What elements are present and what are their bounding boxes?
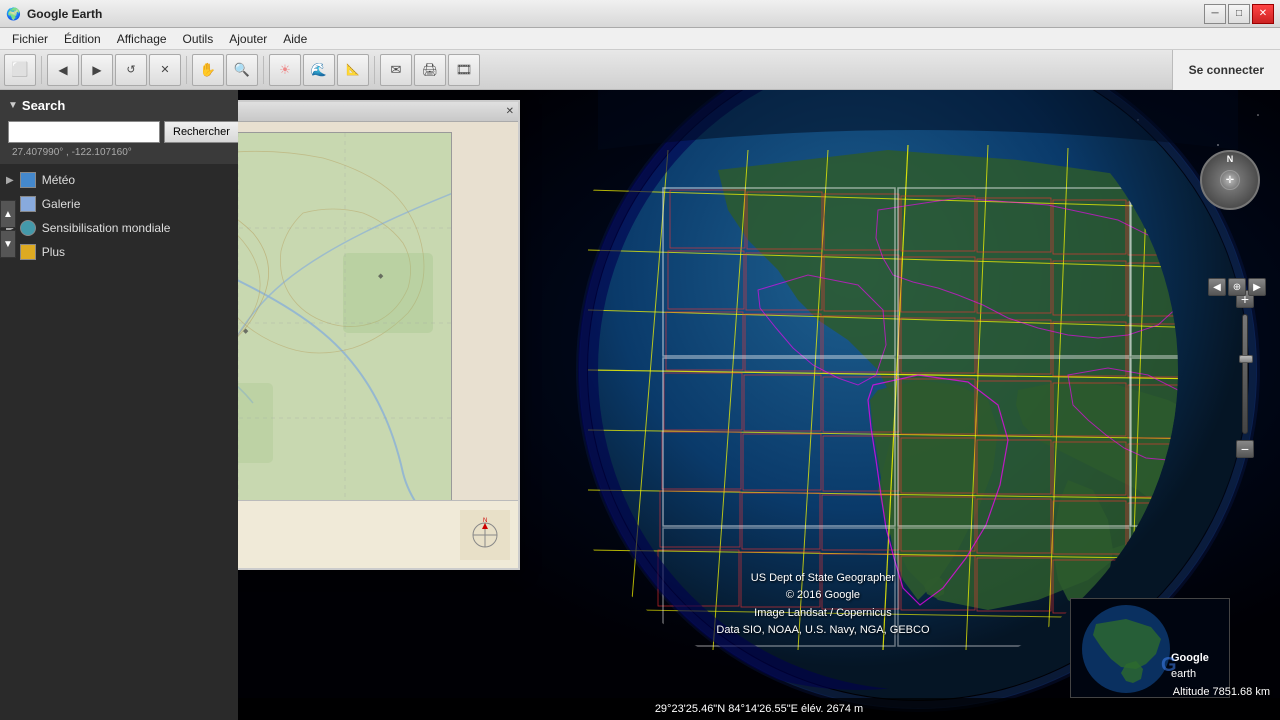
layer-icon-0 bbox=[20, 172, 36, 188]
layer-item-0[interactable]: ▶ Météo bbox=[4, 168, 234, 192]
search-section: ▼ Search Rechercher 27.407990° , -122.10… bbox=[0, 90, 238, 164]
left-nav-up[interactable]: ▲ bbox=[0, 200, 16, 228]
app-icon: 🌍 bbox=[6, 7, 21, 21]
email-button[interactable]: ✉ bbox=[380, 54, 412, 86]
legend-details: 0 10 20 30 km bbox=[238, 524, 452, 545]
forward-button[interactable]: ▶ bbox=[81, 54, 113, 86]
pan-button[interactable]: ✋ bbox=[192, 54, 224, 86]
menu-fichier[interactable]: Fichier bbox=[4, 30, 56, 48]
topo-map-close-btn[interactable]: ✕ bbox=[506, 106, 514, 117]
attribution-line3: Image Landsat / Copernicus bbox=[716, 605, 929, 623]
attribution-line2: © 2016 Google bbox=[716, 587, 929, 605]
coords-display: 27.407990° , -122.107160° bbox=[4, 145, 234, 160]
layers-panel: ▶ Météo ▶ Galerie ▶ Sensibilisation mond… bbox=[0, 164, 238, 720]
svg-text:Google: Google bbox=[1171, 652, 1209, 664]
svg-text:◆: ◆ bbox=[378, 273, 384, 280]
search-title: Search bbox=[22, 98, 65, 113]
record-button[interactable]: 🎞 bbox=[448, 54, 480, 86]
compass-ring[interactable]: N ✛ bbox=[1200, 150, 1260, 210]
pan-center-button[interactable]: ⊕ bbox=[1228, 278, 1246, 296]
pan-right-button[interactable]: ▶ bbox=[1248, 278, 1266, 296]
svg-text:G: G bbox=[1161, 654, 1177, 676]
layer-item-2[interactable]: ▶ Sensibilisation mondiale bbox=[4, 216, 234, 240]
menu-outils[interactable]: Outils bbox=[175, 30, 222, 48]
topo-map-overlay[interactable]: Aperçu de fichier local ✕ bbox=[238, 100, 520, 570]
main-area: ▼ Search Rechercher 27.407990° , -122.10… bbox=[0, 90, 1280, 720]
connect-button[interactable]: Se connecter bbox=[1172, 50, 1280, 90]
toolbar-sep-2 bbox=[186, 56, 187, 84]
svg-text:N: N bbox=[483, 518, 487, 524]
back-button[interactable]: ◀ bbox=[47, 54, 79, 86]
print-button[interactable]: 🖨 bbox=[414, 54, 446, 86]
coordinates-text: 29°23'25.46"N 84°14'26.55"E élév. 2674 m bbox=[655, 703, 863, 715]
pan-left-button[interactable]: ◀ bbox=[1208, 278, 1226, 296]
toolbar-sep-3 bbox=[263, 56, 264, 84]
legend-box-2: N bbox=[460, 510, 510, 560]
search-input[interactable] bbox=[8, 121, 160, 143]
title-bar: 🌍 Google Earth ─ □ ✕ bbox=[0, 0, 1280, 28]
altitude-display: Altitude 7851.68 km bbox=[1173, 686, 1270, 698]
minimize-button[interactable]: ─ bbox=[1204, 4, 1226, 24]
mini-globe-inset: Google earth G bbox=[1070, 598, 1230, 698]
ruler-button[interactable]: 📐 bbox=[337, 54, 369, 86]
refresh-button[interactable]: ↺ bbox=[115, 54, 147, 86]
search-collapse-arrow[interactable]: ▼ bbox=[8, 100, 18, 111]
menu-ajouter[interactable]: Ajouter bbox=[221, 30, 275, 48]
search-header: ▼ Search bbox=[4, 94, 234, 119]
menu-affichage[interactable]: Affichage bbox=[109, 30, 175, 48]
compass-center[interactable]: ✛ bbox=[1220, 170, 1240, 190]
layer-icon-3 bbox=[20, 244, 36, 260]
legend-scale-text: 0 10 20 30 km bbox=[238, 536, 452, 545]
navigate-button[interactable]: ⬜ bbox=[4, 54, 36, 86]
zoom-tool-button[interactable]: 🔍 bbox=[226, 54, 258, 86]
layer-label-1: Galerie bbox=[42, 197, 81, 211]
layer-label-3: Plus bbox=[42, 245, 65, 259]
layer-label-0: Météo bbox=[42, 173, 75, 187]
toolbar-sep-1 bbox=[41, 56, 42, 84]
layer-icon-2 bbox=[20, 220, 36, 236]
zoom-control: + − bbox=[1236, 290, 1254, 458]
attribution-text: US Dept of State Geographer © 2016 Googl… bbox=[716, 570, 929, 640]
layer-arrow-0: ▶ bbox=[6, 175, 14, 186]
topo-map-inner: ◆ ◆ ◆ bbox=[238, 132, 452, 512]
left-panel: ▼ Search Rechercher 27.407990° , -122.10… bbox=[0, 90, 238, 720]
app-title: Google Earth bbox=[27, 7, 102, 21]
layer-item-3[interactable]: ▶ Plus bbox=[4, 240, 234, 264]
topo-legend: 0 10 20 30 km N bbox=[238, 500, 518, 568]
coordinates-bar: 29°23'25.46"N 84°14'26.55"E élév. 2674 m bbox=[238, 698, 1280, 720]
attribution-line1: US Dept of State Geographer bbox=[716, 570, 929, 588]
search-button[interactable]: Rechercher bbox=[164, 121, 239, 143]
navigation-compass[interactable]: N ✛ bbox=[1200, 150, 1260, 210]
zoom-out-button[interactable]: − bbox=[1236, 440, 1254, 458]
ocean-button[interactable]: 🌊 bbox=[303, 54, 335, 86]
toolbar-sep-4 bbox=[374, 56, 375, 84]
stop-button[interactable]: ✕ bbox=[149, 54, 181, 86]
topo-map-content: ◆ ◆ ◆ 0 10 20 30 km bbox=[238, 122, 518, 568]
zoom-slider-thumb[interactable] bbox=[1239, 355, 1253, 363]
globe-area[interactable]: US Dept of State Geographer © 2016 Googl… bbox=[238, 90, 1280, 720]
sunlight-button[interactable]: ☀ bbox=[269, 54, 301, 86]
topo-map-titlebar: Aperçu de fichier local ✕ bbox=[238, 102, 518, 122]
layer-label-2: Sensibilisation mondiale bbox=[42, 221, 171, 235]
left-side-buttons: ▲ ▼ bbox=[0, 200, 16, 258]
close-button[interactable]: ✕ bbox=[1252, 4, 1274, 24]
svg-text:◆: ◆ bbox=[243, 328, 249, 335]
left-nav-down[interactable]: ▼ bbox=[0, 230, 16, 258]
zoom-slider-track[interactable] bbox=[1242, 314, 1248, 434]
menu-edition[interactable]: Édition bbox=[56, 30, 109, 48]
maximize-button[interactable]: □ bbox=[1228, 4, 1250, 24]
toolbar: ⬜ ◀ ▶ ↺ ✕ ✋ 🔍 ☀ 🌊 📐 ✉ 🖨 🎞 Se connecter bbox=[0, 50, 1280, 90]
layer-item-1[interactable]: ▶ Galerie bbox=[4, 192, 234, 216]
attribution-line4: Data SIO, NOAA, U.S. Navy, NGA, GEBCO bbox=[716, 622, 929, 640]
menu-aide[interactable]: Aide bbox=[275, 30, 315, 48]
search-input-row: Rechercher bbox=[4, 119, 234, 145]
layer-icon-1 bbox=[20, 196, 36, 212]
menu-bar: Fichier Édition Affichage Outils Ajouter… bbox=[0, 28, 1280, 50]
compass-north-label: N bbox=[1227, 154, 1234, 164]
compass-arrows: ✛ bbox=[1226, 175, 1234, 186]
